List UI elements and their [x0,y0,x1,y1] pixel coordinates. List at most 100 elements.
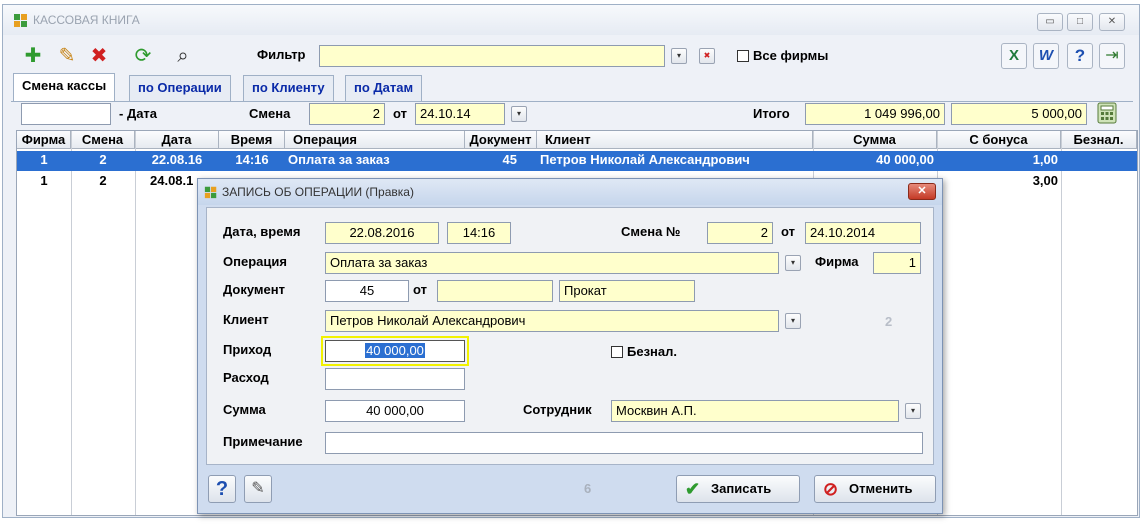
col-header-time[interactable]: Время [219,131,285,149]
cell-client: Петров Николай Александрович [540,152,750,167]
cell-document: 45 [502,152,517,167]
tab-divider [11,101,1133,102]
shift-no-field[interactable]: 2 [707,222,773,244]
cancel-button-label: Отменить [849,481,913,496]
expense-label: Расход [223,370,269,385]
tab-shift[interactable]: Смена кассы [13,73,116,101]
income-selected-text: 40 000,00 [365,343,425,358]
exit-icon[interactable]: ⇥ [1099,43,1125,69]
save-button[interactable]: ✔ Записать [676,475,800,503]
cell-bonus: 3,00 [1032,173,1058,188]
firm-label: Фирма [815,254,859,269]
cancel-icon: ⊘ [823,479,839,499]
dialog-close-icon[interactable]: ✕ [908,183,936,200]
dialog-title-bar: ЗАПИСЬ ОБ ОПЕРАЦИИ (Правка) ✕ [198,179,942,205]
col-header-document[interactable]: Документ [465,131,537,149]
employee-dropdown-icon[interactable]: ▾ [905,403,921,419]
minimize-button[interactable]: ▭ [1037,13,1063,31]
cell-shift: 2 [99,173,107,188]
noncash-label: Безнал. [627,344,677,359]
save-button-label: Записать [711,481,772,496]
note-field[interactable] [325,432,923,454]
calculator-icon[interactable] [1095,101,1119,125]
col-header-noncash[interactable]: Безнал. [1061,131,1137,149]
income-field[interactable]: 40 000,00 [325,340,465,362]
add-icon[interactable]: ✚ [19,41,47,71]
table-row[interactable]: 1 2 22.08.16 14:16 Оплата за заказ 45 Пе… [17,151,1137,171]
maximize-button[interactable]: □ [1067,13,1093,31]
dialog-tool-icon[interactable]: ✎ [244,475,272,503]
filter-clear-icon[interactable]: ✖ [699,48,715,64]
operation-dropdown-icon[interactable]: ▾ [785,255,801,271]
col-header-date[interactable]: Дата [135,131,219,149]
cell-amount: 40 000,00 [876,152,934,167]
dialog-app-icon [204,186,217,199]
document-number-field[interactable]: 45 [325,280,409,302]
shift-date-field[interactable]: 24.10.2014 [805,222,921,244]
filter-dropdown-icon[interactable]: ▾ [671,48,687,64]
close-button[interactable]: ✕ [1099,13,1125,31]
document-type-field: Прокат [559,280,695,302]
client-select[interactable]: Петров Николай Александрович [325,310,779,332]
date-field[interactable]: 22.08.2016 [325,222,439,244]
date-label: - Дата [119,106,158,121]
shift-from-label: от [781,224,795,239]
col-header-client[interactable]: Клиент [537,131,813,149]
col-header-amount[interactable]: Сумма [813,131,937,149]
total-value: 1 049 996,00 [805,103,945,125]
excel-icon[interactable]: X [1001,43,1027,69]
client-label: Клиент [223,312,269,327]
operation-select[interactable]: Оплата за заказ [325,252,779,274]
date-input[interactable] [21,103,111,125]
delete-icon[interactable]: ✖ [85,41,113,71]
shift-date[interactable]: 24.10.14 [415,103,505,125]
window-title: КАССОВАЯ КНИГА [33,13,140,27]
dialog-help-icon[interactable]: ? [208,475,236,503]
filter-label: Фильтр [257,47,306,62]
tab-by-dates[interactable]: по Датам [345,75,423,101]
income-label: Приход [223,342,272,357]
app-icon [14,14,27,27]
client-dropdown-icon[interactable]: ▾ [785,313,801,329]
footer-counter: 6 [584,481,592,496]
shift-from-label: от [393,106,407,121]
binoculars-icon[interactable]: ⌕ [169,41,197,71]
document-label: Документ [223,282,285,297]
title-bar: КАССОВАЯ КНИГА ▭ □ ✕ [3,5,1139,35]
bonus-total-value: 5 000,00 [951,103,1087,125]
expense-field[interactable] [325,368,465,390]
shift-no-label: Смена № [621,224,681,239]
shift-number[interactable]: 2 [309,103,385,125]
firm-field[interactable]: 1 [873,252,921,274]
col-header-operation[interactable]: Операция [285,131,465,149]
total-label: Итого [753,106,790,121]
cell-firm: 1 [40,152,48,167]
time-field[interactable]: 14:16 [447,222,511,244]
cell-noncash [1061,151,1137,170]
note-label: Примечание [223,434,303,449]
tab-by-client[interactable]: по Клиенту [243,75,334,101]
refresh-icon[interactable]: ⟳ [129,41,157,71]
edit-icon[interactable]: ✎ [53,41,81,71]
help-icon[interactable]: ? [1067,43,1093,69]
col-header-shift[interactable]: Смена [71,131,135,149]
cell-operation: Оплата за заказ [288,152,390,167]
employee-select[interactable]: Москвин А.П. [611,400,899,422]
operation-label: Операция [223,254,287,269]
operation-dialog: ЗАПИСЬ ОБ ОПЕРАЦИИ (Правка) ✕ Дата, врем… [197,178,943,514]
filter-input[interactable] [319,45,665,67]
word-icon[interactable]: W [1033,43,1059,69]
document-date-field[interactable] [437,280,553,302]
sum-field[interactable]: 40 000,00 [325,400,465,422]
cancel-button[interactable]: ⊘ Отменить [814,475,936,503]
col-header-firm[interactable]: Фирма [17,131,71,149]
datetime-label: Дата, время [223,224,301,239]
shift-dropdown-icon[interactable]: ▾ [511,106,527,122]
noncash-checkbox[interactable] [611,346,623,358]
dialog-title: ЗАПИСЬ ОБ ОПЕРАЦИИ (Правка) [222,185,414,199]
cell-shift: 2 [99,152,107,167]
col-header-bonus[interactable]: С бонуса [937,131,1061,149]
shift-label: Смена [249,106,291,121]
tab-by-operation[interactable]: по Операции [129,75,231,101]
all-firms-checkbox[interactable] [737,50,749,62]
